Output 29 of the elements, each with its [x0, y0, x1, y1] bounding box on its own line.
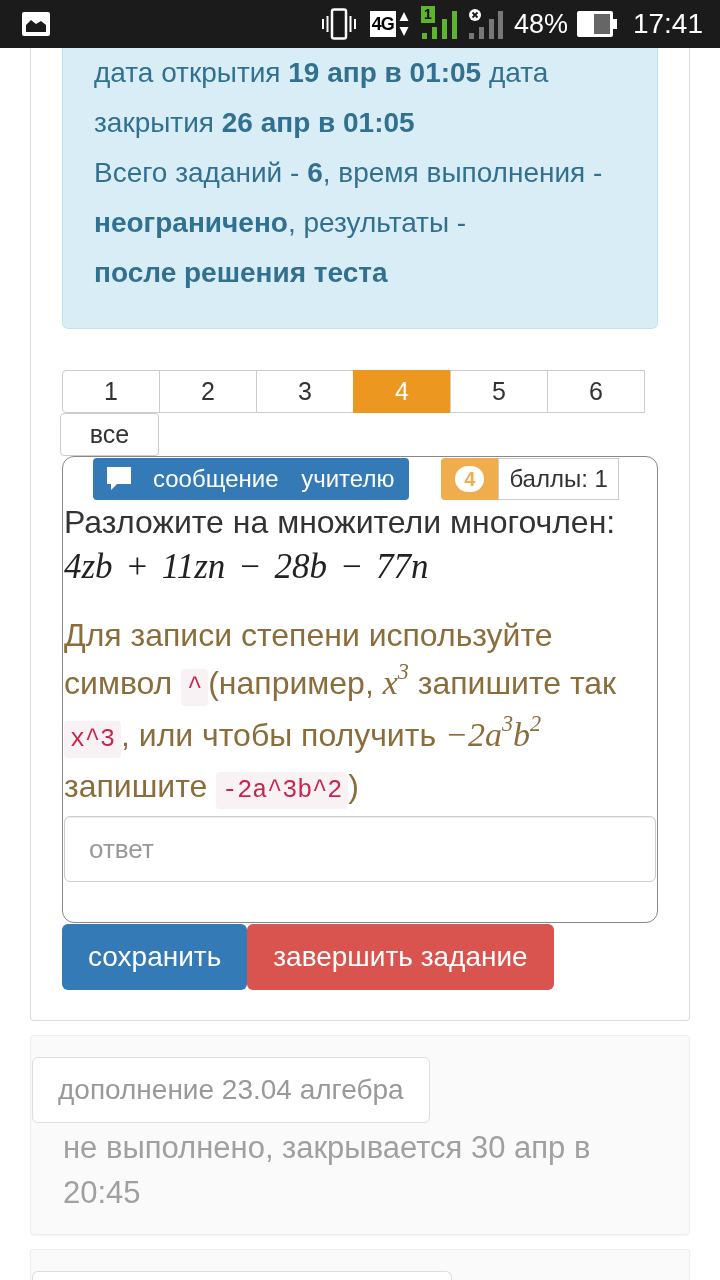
page-tab[interactable]: 2 — [159, 370, 257, 413]
page-tab[interactable]: 3 — [256, 370, 354, 413]
network-type-badge: 4G — [369, 11, 396, 37]
vibrate-icon — [321, 8, 356, 40]
question-number-badge: 4 — [441, 458, 499, 500]
finish-task-button[interactable]: завершить задание — [247, 924, 554, 990]
all-pages-button[interactable]: все — [60, 413, 159, 456]
math-expression: 4zb + 11zn − 28b − 77n — [64, 546, 430, 588]
info-text: дата открытия 19 апр в 01:05 дата закрытия 26 апр в 01:05 — [94, 56, 550, 140]
page-tab[interactable]: 6 — [547, 370, 645, 413]
image-icon — [22, 12, 50, 36]
no-signal-icon — [467, 9, 504, 39]
up-down-arrows-icon — [398, 11, 409, 37]
message-teacher-button[interactable]: сообщение учителю — [93, 458, 410, 500]
answer-input[interactable]: ответ — [64, 816, 656, 882]
task-status-text: не выполнено, закрывается 30 апр в 20:45 — [63, 1129, 592, 1212]
page-tab[interactable]: 1 — [62, 370, 160, 413]
clock-time: 17:41 — [632, 8, 703, 40]
save-button[interactable]: сохранить — [62, 924, 248, 990]
chat-icon — [107, 467, 131, 491]
battery-icon — [576, 11, 617, 37]
points-label: баллы: 1 — [498, 458, 619, 500]
battery-percent: 48% — [513, 8, 568, 40]
signal-bars-icon — [420, 9, 458, 39]
question-text: Разложите на множители многочлен: — [64, 503, 617, 542]
hint-text: Для записи степени используйте символ ^ (например, x$^{3}$ запишите так x^3 , или чтобы получить −2a$^{3}$b$^{2}$ запишите -2a^3b^2 ) — [64, 612, 656, 814]
page-tab[interactable]: 5 — [450, 370, 548, 413]
sim-badge: 1 — [420, 6, 435, 23]
info-text: Всего заданий - 6, время выполнения - неограничено, результаты - после решения теста — [94, 156, 604, 290]
